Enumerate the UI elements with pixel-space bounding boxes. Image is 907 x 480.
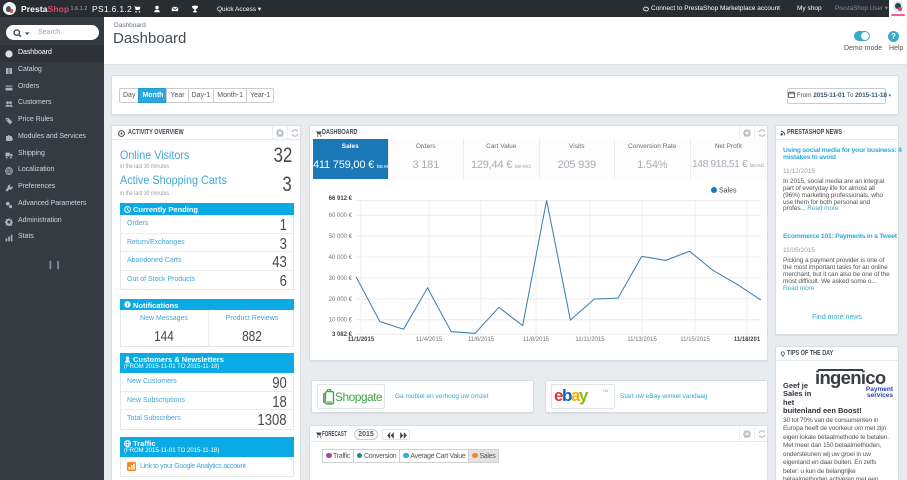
- svg-text:30 000 €: 30 000 €: [329, 276, 353, 282]
- svg-text:40 000 €: 40 000 €: [329, 255, 353, 261]
- svg-text:66 912 €: 66 912 €: [329, 196, 353, 202]
- svg-text:11/18/201: 11/18/201: [734, 337, 761, 343]
- svg-text:50 000 €: 50 000 €: [329, 234, 353, 240]
- svg-text:11/4/2015: 11/4/2015: [416, 337, 443, 343]
- svg-text:11/11/2015: 11/11/2015: [575, 337, 605, 343]
- svg-text:11/13/2015: 11/13/2015: [627, 337, 657, 343]
- svg-text:20 000 €: 20 000 €: [329, 297, 353, 303]
- svg-text:11/15/2015: 11/15/2015: [680, 337, 710, 343]
- svg-text:10 000 €: 10 000 €: [329, 318, 353, 324]
- svg-text:60 000 €: 60 000 €: [329, 213, 353, 219]
- svg-text:11/6/2015: 11/6/2015: [468, 337, 495, 343]
- svg-text:Sales: Sales: [719, 188, 737, 195]
- svg-text:11/1/2015: 11/1/2015: [348, 337, 375, 343]
- svg-text:11/8/2015: 11/8/2015: [523, 337, 550, 343]
